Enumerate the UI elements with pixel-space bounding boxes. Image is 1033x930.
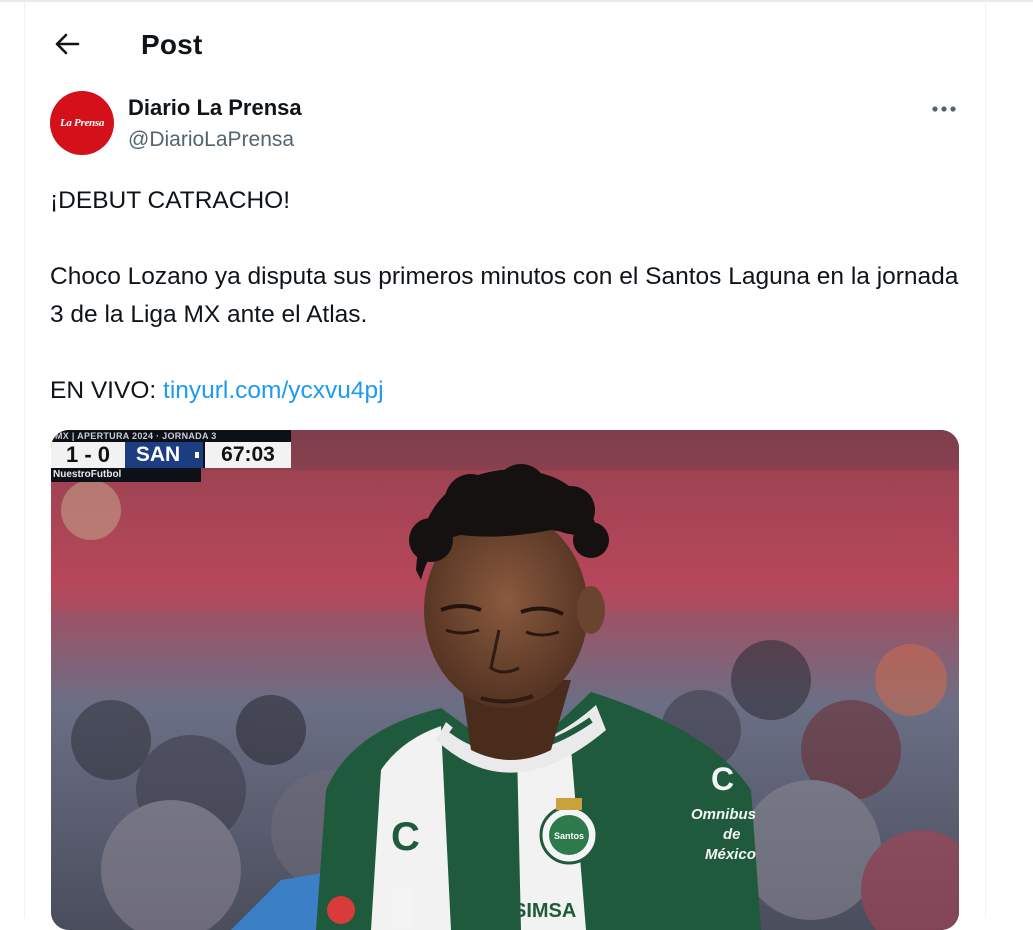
tweet-body: Choco Lozano ya disputa sus primeros min… xyxy=(50,263,959,328)
svg-text:C: C xyxy=(391,815,420,859)
scorebug-team: SAN xyxy=(125,442,191,468)
page-title: Post xyxy=(141,29,203,60)
back-button[interactable] xyxy=(49,26,85,62)
live-prefix: EN VIVO: xyxy=(50,377,164,404)
author-display-name[interactable]: Diario La Prensa xyxy=(128,95,302,121)
broadcaster-label: NuestroFutbol xyxy=(51,468,201,482)
match-photo: Santos C C xyxy=(51,430,959,930)
tweet-media-image[interactable]: Santos C C MX | APERTURA 2024 · JORNADA … xyxy=(51,430,959,930)
scorebug-divider xyxy=(191,442,203,468)
author-handle[interactable]: @DiarioLaPrensa xyxy=(128,128,294,152)
more-options-button[interactable] xyxy=(929,94,959,124)
jersey-sponsor-3: México xyxy=(705,846,756,863)
svg-text:C: C xyxy=(711,761,734,797)
scorebug: MX | APERTURA 2024 · JORNADA 3 1 - 0 SAN… xyxy=(51,430,295,484)
avatar[interactable]: La Prensa xyxy=(50,91,114,155)
post-column: Post La Prensa Diario La Prensa @DiarioL… xyxy=(24,2,986,930)
scorebug-clock: 67:03 xyxy=(203,442,291,468)
tweet-live-line: EN VIVO: tinyurl.com/ycxvu4pj xyxy=(50,372,962,410)
avatar-logo-text: La Prensa xyxy=(59,117,105,129)
jersey-main-sponsor: SIMSA xyxy=(513,900,577,922)
scorebug-header: MX | APERTURA 2024 · JORNADA 3 xyxy=(51,430,291,442)
arrow-left-icon xyxy=(55,33,80,55)
jersey-sponsor-1: Omnibus xyxy=(691,806,757,823)
tweet-headline: ¡DEBUT CATRACHO! xyxy=(50,187,291,214)
crest-text: Santos xyxy=(554,831,584,841)
tweet-text: ¡DEBUT CATRACHO! Choco Lozano ya disputa… xyxy=(50,182,962,410)
page-header: Post xyxy=(25,2,985,92)
tweet-link[interactable]: tinyurl.com/ycxvu4pj xyxy=(163,377,384,404)
jersey-sponsor-2: de xyxy=(723,826,741,843)
scorebug-score: 1 - 0 xyxy=(51,442,125,468)
more-horizontal-icon xyxy=(932,106,956,112)
